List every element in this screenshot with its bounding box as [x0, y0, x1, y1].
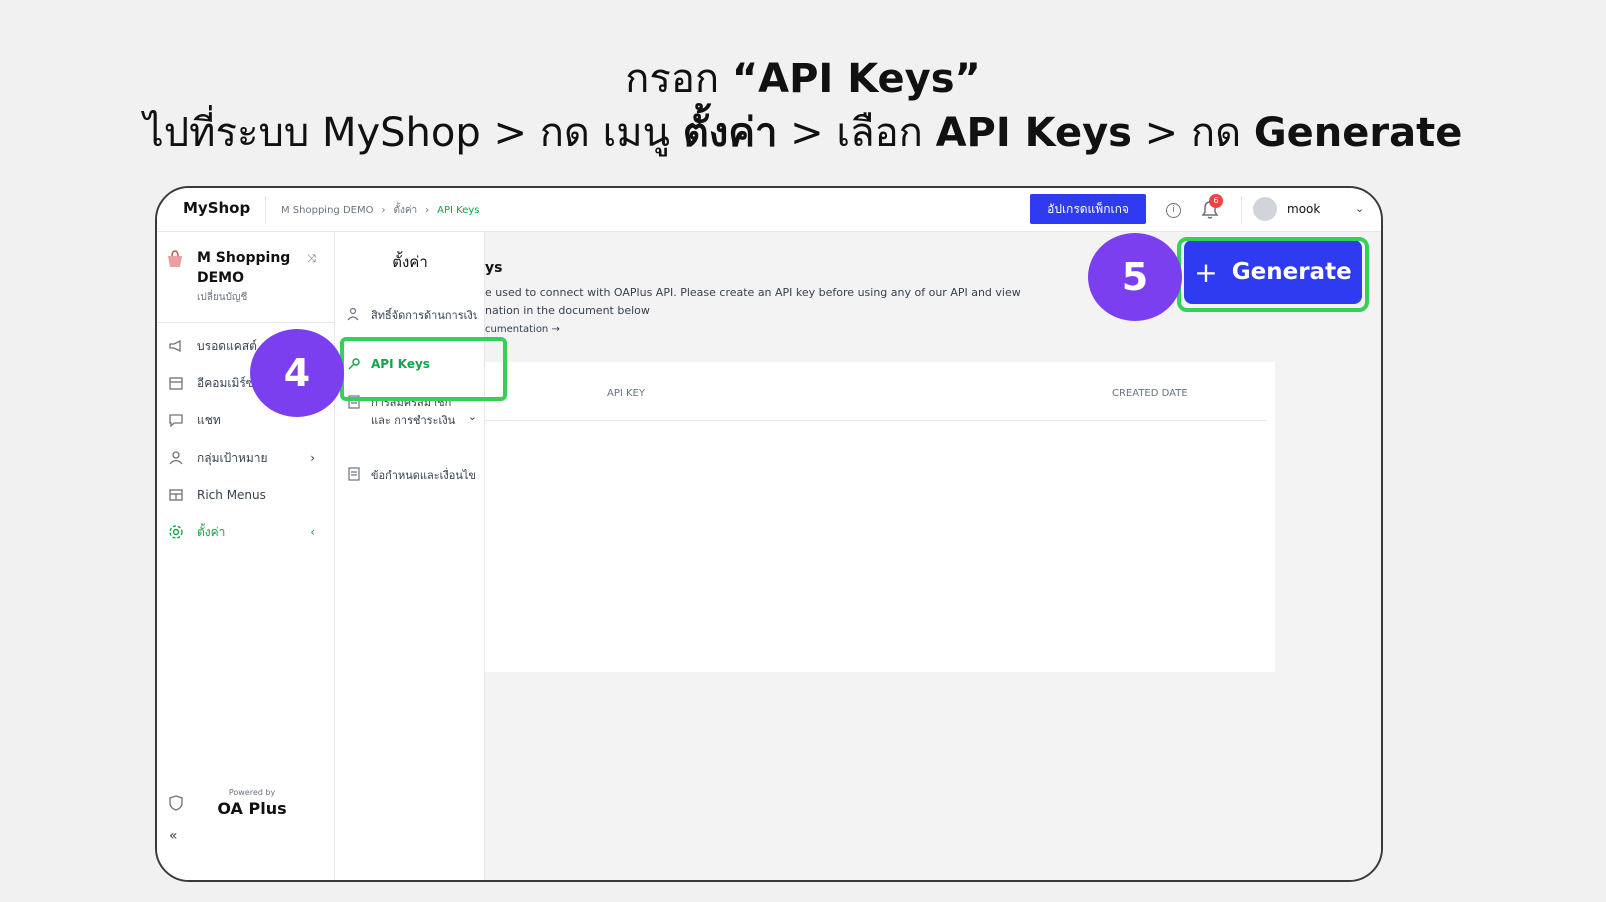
chat-icon — [167, 412, 185, 428]
brand-logo[interactable]: MyShop — [183, 199, 250, 217]
chevron-right-icon: › — [381, 205, 386, 216]
sidebar-item-audience[interactable]: กลุ่มเป้าหมาย › — [167, 446, 325, 470]
oaplus-logo: OA Plus — [217, 799, 287, 818]
submenu-item-label: ข้อกำหนดและเงื่อนไข — [371, 469, 476, 482]
step-5-marker: 5 — [1088, 233, 1182, 321]
breadcrumb-api-keys: API Keys — [437, 205, 480, 216]
shield-icon[interactable] — [169, 795, 183, 811]
step-4-marker: 4 — [250, 329, 344, 417]
layout-icon — [167, 487, 185, 503]
shop-name: M Shopping DEMO — [197, 250, 291, 286]
top-bar: MyShop M Shopping DEMO › ตั้งค่า › API K… — [157, 188, 1381, 232]
chevron-left-icon: ‹ — [310, 525, 315, 539]
avatar[interactable] — [1253, 197, 1277, 221]
gear-icon — [167, 524, 185, 540]
sidebar-item-rich-menus[interactable]: Rich Menus — [167, 483, 325, 507]
upgrade-package-button[interactable]: อัปเกรดแพ็กเกจ — [1030, 194, 1146, 224]
submenu-item-terms[interactable]: ข้อกำหนดและเงื่อนไข — [347, 466, 477, 484]
submenu-title: ตั้งค่า — [392, 253, 428, 271]
instruction-steps: ไปที่ระบบ MyShop > กด เมนู ตั้งค่า > เลื… — [143, 110, 1463, 156]
api-keys-table: API KEY CREATED DATE — [485, 362, 1275, 672]
breadcrumb-shop[interactable]: M Shopping DEMO — [281, 205, 373, 216]
chevron-down-icon[interactable]: ⌄ — [1355, 202, 1364, 215]
column-header-api-key: API KEY — [607, 388, 645, 399]
switch-account-link[interactable]: เปลี่ยนบัญชี — [197, 290, 247, 305]
sidebar-item-label: ตั้งค่า — [197, 524, 226, 539]
sidebar: M Shopping DEMO ⤨ เปลี่ยนบัญชี บรอดแคสต์… — [157, 232, 335, 880]
collapse-sidebar-icon[interactable]: « — [169, 828, 178, 844]
divider — [1241, 196, 1242, 224]
divider — [157, 322, 335, 323]
info-icon[interactable]: i — [1166, 203, 1181, 218]
settings-submenu: ตั้งค่า สิทธิ์จัดการด้านการเงิน API Keys… — [335, 232, 485, 880]
sidebar-item-label: บรอดแคสต์ — [197, 338, 257, 353]
breadcrumb-settings[interactable]: ตั้งค่า — [393, 203, 417, 218]
main-content: ys e used to connect with OAPlus API. Pl… — [485, 232, 1381, 880]
sidebar-item-label: กลุ่มเป้าหมาย — [197, 450, 268, 465]
sidebar-item-label: แชท — [197, 412, 221, 427]
user-permission-icon — [347, 307, 359, 321]
submenu-item-label: สิทธิ์จัดการด้านการเงิน — [371, 309, 477, 322]
column-header-created-date: CREATED DATE — [1112, 388, 1188, 399]
user-icon — [167, 450, 185, 466]
highlight-api-keys-menu — [340, 337, 507, 401]
sidebar-item-settings[interactable]: ตั้งค่า ‹ — [167, 520, 325, 544]
store-icon — [167, 375, 185, 391]
submenu-item-finance-permissions[interactable]: สิทธิ์จัดการด้านการเงิน — [347, 306, 477, 322]
document-icon — [348, 467, 360, 481]
chevron-right-icon: › — [310, 451, 315, 465]
shuffle-icon[interactable]: ⤨ — [307, 252, 316, 266]
chevron-down-icon: ⌄ — [467, 410, 477, 423]
notification-badge: 6 — [1209, 194, 1223, 208]
megaphone-icon — [167, 338, 185, 354]
documentation-link[interactable]: cumentation → — [485, 324, 560, 335]
divider — [485, 420, 1267, 421]
sidebar-item-label: อีคอมเมิร์ซ — [197, 375, 254, 390]
sidebar-item-label: Rich Menus — [197, 488, 266, 502]
divider — [265, 196, 266, 224]
breadcrumb: M Shopping DEMO › ตั้งค่า › API Keys — [281, 203, 480, 218]
chevron-right-icon: › — [425, 205, 430, 216]
highlight-generate-button — [1177, 237, 1369, 312]
page-description: e used to connect with OAPlus API. Pleas… — [485, 286, 1021, 317]
shopping-bag-icon — [168, 250, 182, 267]
page-title: ys — [485, 260, 503, 276]
powered-by: Powered by OA Plus — [197, 788, 307, 818]
user-name[interactable]: mook — [1287, 202, 1320, 216]
